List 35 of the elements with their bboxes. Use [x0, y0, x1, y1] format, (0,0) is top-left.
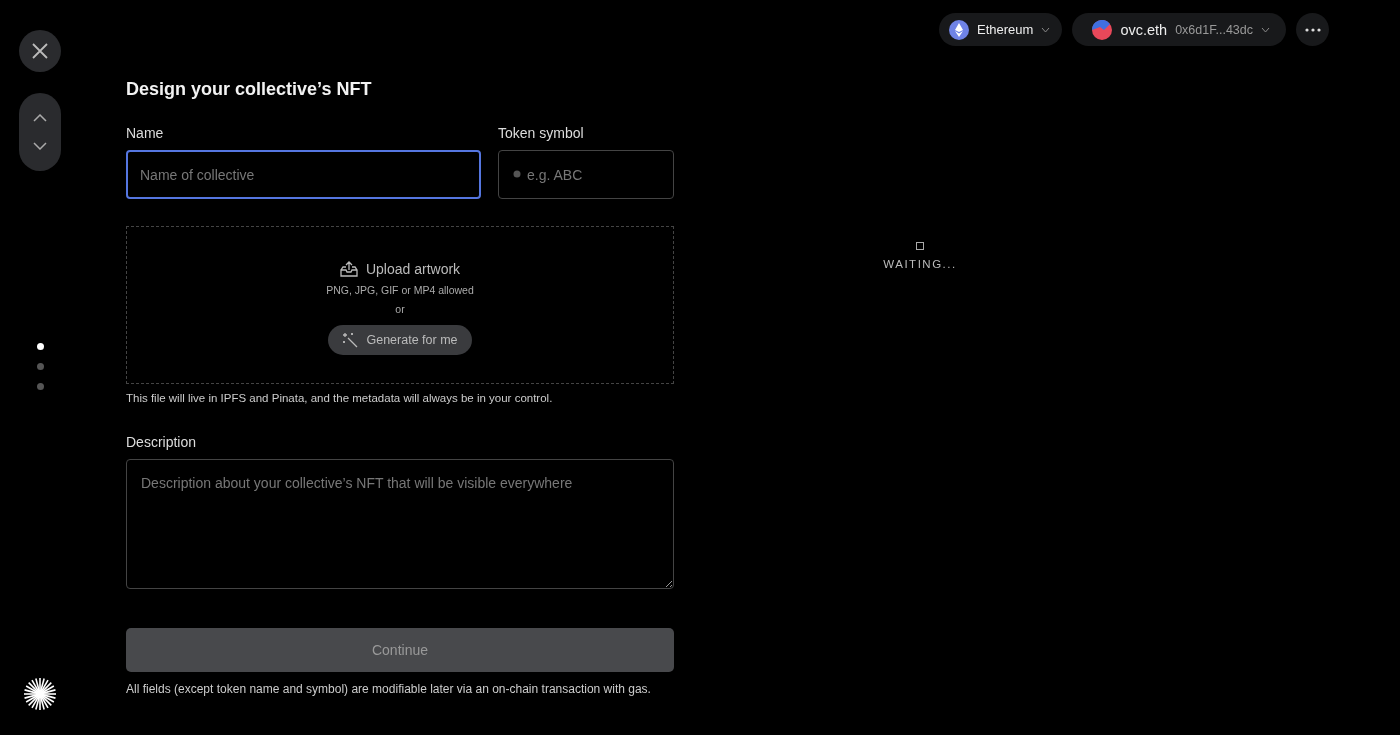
field-label: Name	[126, 125, 164, 141]
upload-title: Upload artwork	[365, 261, 461, 277]
description-text-area[interactable]: Description about your collective’s NFT that will be visible everywhere	[126, 459, 674, 589]
caret-icon	[1261, 26, 1270, 33]
network-selector[interactable]: Ethereum	[939, 13, 1063, 46]
or-separator: or	[395, 303, 405, 315]
step-dot[interactable]	[36, 343, 44, 350]
close-icon	[31, 42, 49, 60]
chevron-down-icon	[33, 142, 47, 150]
footnote-text: All fields (except token name and symbol) are modifiable later via an on-chain transaction with gas.	[126, 681, 652, 698]
name-input-field[interactable]: Name of collective	[126, 150, 481, 199]
avatar-icon	[1092, 19, 1113, 40]
status-text: WAITING...	[883, 258, 957, 270]
allowed-formats-text: PNG, JPG, GIF or MP4 allowed	[326, 284, 474, 296]
loading-square-icon	[916, 242, 924, 250]
more-button[interactable]	[1296, 13, 1329, 46]
token-symbol-input-field[interactable]: e.g. ABC	[498, 150, 674, 199]
next-step-button[interactable]	[30, 140, 50, 152]
step-dot[interactable]	[36, 383, 44, 390]
more-icon	[1304, 27, 1321, 32]
upload-tray-icon	[339, 261, 358, 277]
generate-button[interactable]: Generate for me	[328, 325, 472, 355]
upload-note: This file will live in IPFS and Pinata, and the metadata will always be in your control.	[126, 392, 554, 404]
field-label: Token symbol	[498, 125, 584, 141]
ethereum-icon	[949, 19, 970, 40]
page-title: Design your collective’s NFT	[126, 79, 373, 100]
step-dot[interactable]	[36, 363, 44, 370]
magic-wand-icon	[342, 332, 359, 348]
account-selector[interactable]: ovc.eth 0x6d1F...43dc	[1072, 13, 1286, 46]
caret-icon	[1041, 26, 1051, 33]
starburst-logo-icon	[23, 677, 57, 711]
chevron-up-icon	[33, 114, 47, 122]
close-button[interactable]	[19, 30, 61, 72]
upload-dropzone[interactable]: Upload artwork PNG, JPG, GIF or MP4 allowed or Generate for me	[126, 226, 674, 384]
field-label: Description	[126, 434, 197, 450]
